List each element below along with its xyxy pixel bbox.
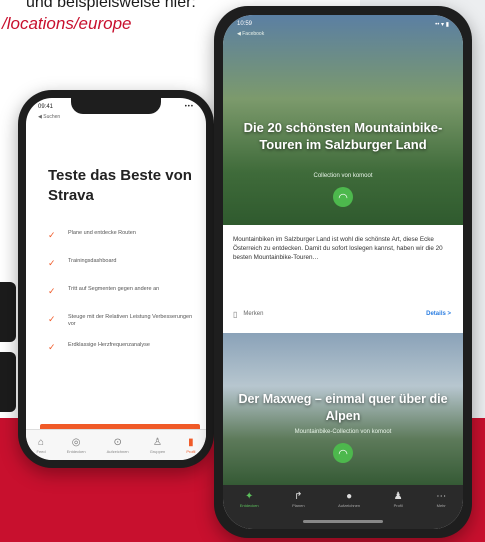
- collection-hero-2[interactable]: Der Maxweg – einmal quer über die Alpen …: [223, 333, 463, 485]
- check-icon: ✓: [48, 230, 56, 240]
- feature-text: Tritt auf Segmenten gegen andere an: [68, 286, 160, 292]
- feature-text: Erdklassige Herzfrequenzanalyse: [68, 342, 150, 348]
- collection-subtitle: Collection von komoot: [313, 173, 373, 179]
- home-icon: ⌂: [38, 436, 45, 448]
- feature-text: Steuge mit der Relativen Leistung Verbes…: [68, 314, 193, 327]
- card-footer: ▯ Merken Details >: [233, 307, 451, 321]
- check-icon: ✓: [48, 342, 56, 352]
- collection-description: Mountainbiken im Salzburger Land ist woh…: [233, 236, 443, 261]
- feature-list: ✓ Plane und entdecke Routen ✓ Trainingsd…: [48, 230, 198, 370]
- more-icon: ⋯: [436, 491, 447, 502]
- tab-label: Aufzeichnen: [338, 503, 361, 508]
- feature-item: ✓ Trainingsdashboard: [48, 258, 198, 286]
- tab-feed[interactable]: ⌂ Feed: [37, 437, 46, 454]
- tab-record[interactable]: ● Aufzeichnen: [338, 491, 360, 508]
- strava-title: Teste das Beste von Strava: [48, 167, 192, 204]
- tab-discover[interactable]: ✦ Entdecken: [240, 491, 259, 508]
- discover-icon: ✦: [244, 491, 254, 502]
- signal-icon: •••: [184, 104, 194, 110]
- tab-profile[interactable]: ♟ Profil: [394, 491, 403, 508]
- komoot-screen: 10:59 •• ▾ ▮ ◀ Facebook Die 20 schönsten…: [223, 15, 463, 529]
- tab-label: Entdecken: [66, 448, 86, 454]
- collection-title: Der Maxweg – einmal quer über die Alpen: [238, 392, 448, 423]
- tab-profile[interactable]: ▮ Profil: [186, 437, 195, 454]
- home-indicator: [303, 520, 383, 523]
- feature-item: ✓ Plane und entdecke Routen: [48, 230, 198, 258]
- tab-label: Planen: [292, 503, 305, 508]
- status-bar: 09:41 •••: [38, 104, 194, 114]
- signal-icon: •• ▾ ▮: [435, 22, 449, 28]
- details-link[interactable]: Details >: [426, 311, 451, 317]
- tab-label: Profil: [393, 503, 403, 508]
- profile-icon: ▮: [188, 436, 194, 448]
- bookmark-label: Merken: [243, 311, 264, 317]
- check-icon: ✓: [48, 258, 56, 268]
- feature-item: ✓ Erdklassige Herzfrequenzanalyse: [48, 342, 198, 370]
- feature-text: Trainingsdashboard: [68, 258, 117, 264]
- tab-groups[interactable]: ♙ Gruppen: [150, 437, 166, 454]
- strava-screen: 09:41 ••• ◀ Suchen Teste das Beste von S…: [26, 98, 206, 460]
- tab-label: Aufzeichnen: [106, 448, 129, 454]
- strava-phone: 09:41 ••• ◀ Suchen Teste das Beste von S…: [18, 90, 214, 468]
- tab-label: Mehr: [436, 503, 446, 508]
- collection-subtitle: Mountainbike-Collection von komoot: [294, 429, 392, 435]
- plan-icon: ↱: [294, 491, 303, 502]
- page: und beispielsweise hier: /locations/euro…: [0, 0, 485, 542]
- check-icon: ✓: [48, 314, 56, 324]
- feature-text: Plane und entdecke Routen: [68, 230, 136, 236]
- tab-label: Entdecken: [239, 503, 259, 508]
- tab-explore[interactable]: ◎ Entdecken: [67, 437, 86, 454]
- profile-icon: ♟: [393, 491, 403, 502]
- tab-label: Feed: [36, 448, 46, 454]
- komoot-logo-icon: ◠: [333, 443, 353, 463]
- compass-icon: ◎: [71, 436, 81, 448]
- tab-record[interactable]: ⊙ Aufzeichnen: [107, 437, 129, 454]
- back-link[interactable]: ◀ Facebook: [237, 31, 264, 37]
- status-time: 09:41: [38, 104, 54, 110]
- tab-label: Profil: [186, 448, 196, 454]
- bookmark-icon: ▯: [233, 309, 238, 319]
- komoot-phone: 10:59 •• ▾ ▮ ◀ Facebook Die 20 schönsten…: [214, 6, 472, 538]
- side-tab-1: [0, 282, 16, 342]
- record-icon: ●: [346, 491, 353, 502]
- collection-hero-1[interactable]: 10:59 •• ▾ ▮ ◀ Facebook Die 20 schönsten…: [223, 15, 463, 225]
- komoot-logo-icon: ◠: [333, 187, 353, 207]
- status-bar: 10:59 •• ▾ ▮: [237, 21, 449, 31]
- check-icon: ✓: [48, 286, 56, 296]
- status-time: 10:59: [237, 21, 253, 27]
- caption-text: und beispielsweise hier:: [26, 0, 196, 11]
- tab-plan[interactable]: ↱ Planen: [292, 491, 304, 508]
- feature-item: ✓ Tritt auf Segmenten gegen andere an: [48, 286, 198, 314]
- bookmark-button[interactable]: ▯ Merken: [233, 310, 263, 319]
- feature-item: ✓ Steuge mit der Relativen Leistung Verb…: [48, 314, 198, 342]
- back-link[interactable]: ◀ Suchen: [38, 114, 60, 120]
- groups-icon: ♙: [153, 436, 162, 448]
- collection-title: Die 20 schönsten Mountainbike-Touren im …: [243, 120, 443, 152]
- record-icon: ⊙: [113, 436, 122, 448]
- strava-tab-bar: ⌂ Feed ◎ Entdecken ⊙ Aufzeichnen ♙ Grupp…: [26, 429, 206, 460]
- tab-more[interactable]: ⋯ Mehr: [436, 491, 446, 508]
- side-tab-2: [0, 352, 16, 412]
- caption-url[interactable]: /locations/europe: [2, 14, 131, 34]
- tab-label: Gruppen: [149, 448, 166, 454]
